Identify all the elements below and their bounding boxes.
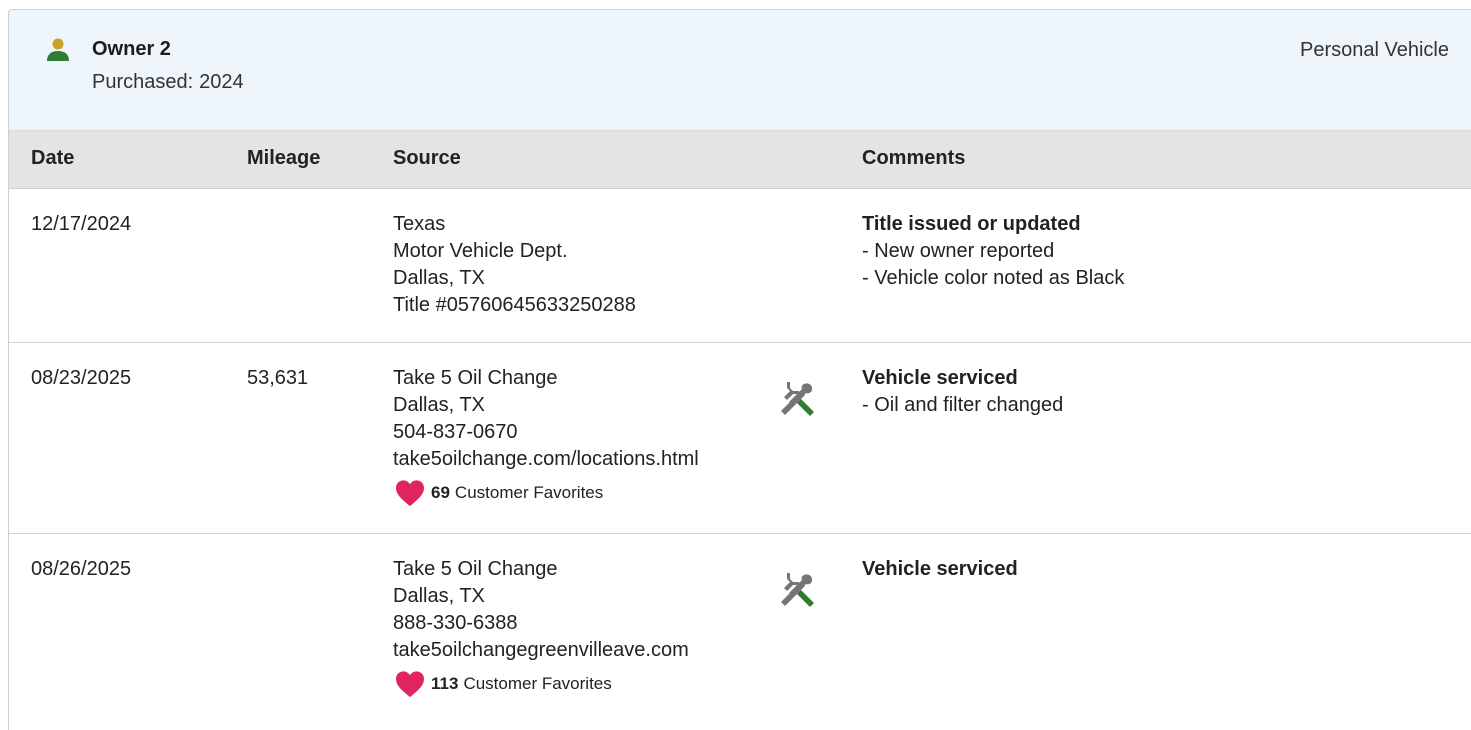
owner-header: Owner 2 Purchased: 2024 Personal Vehicle: [9, 10, 1471, 131]
customer-favorites: 113 Customer Favorites: [393, 670, 689, 698]
source-line: Dallas, TX: [393, 585, 485, 607]
vehicle-history-panel: Owner 2 Purchased: 2024 Personal Vehicle …: [8, 9, 1471, 730]
purchased-year: 2024: [199, 71, 244, 93]
source-line: 504-837-0670: [393, 421, 518, 443]
record-source: Texas Motor Vehicle Dept. Dallas, TX Tit…: [393, 211, 636, 319]
comment-item: Vehicle color noted as Black: [862, 265, 1124, 292]
record-comments: Vehicle serviced Oil and filter changed: [862, 365, 1063, 419]
record-date: 08/26/2025: [31, 558, 132, 580]
source-website-link[interactable]: take5oilchangegreenvilleave.com: [393, 637, 689, 664]
column-header-comments: Comments: [862, 147, 966, 169]
record-mileage: 53,631: [247, 367, 309, 389]
source-line: Title #05760645633250288: [393, 294, 636, 316]
record-comments: Title issued or updated New owner report…: [862, 211, 1124, 292]
favorites-label: Customer Favorites: [454, 483, 604, 502]
record-date: 08/23/2025: [31, 367, 132, 389]
favorites-count: 69: [431, 483, 450, 502]
record-source: Take 5 Oil Change Dallas, TX 888-330-638…: [393, 556, 689, 698]
source-line: Take 5 Oil Change: [393, 367, 558, 389]
table-row: 08/23/2025 53,631 Take 5 Oil Change Dall…: [9, 343, 1471, 534]
comment-item: New owner reported: [862, 238, 1124, 265]
source-line: Dallas, TX: [393, 267, 485, 289]
comment-title: Vehicle serviced: [862, 367, 1018, 389]
column-header-mileage: Mileage: [247, 147, 321, 169]
purchased-label: Purchased:: [92, 71, 194, 93]
table-row: 08/26/2025 Take 5 Oil Change Dallas, TX …: [9, 534, 1471, 730]
person-icon: [47, 38, 69, 61]
record-comments: Vehicle serviced: [862, 556, 1018, 583]
comment-item: Oil and filter changed: [862, 392, 1063, 419]
favorites-count: 113: [431, 674, 459, 693]
column-header-source: Source: [393, 147, 461, 169]
service-tools-icon: [781, 382, 814, 416]
service-tools-icon: [781, 573, 814, 607]
source-line: Dallas, TX: [393, 394, 485, 416]
heart-icon: [396, 480, 424, 507]
column-header-date: Date: [31, 147, 75, 169]
source-website-link[interactable]: take5oilchange.com/locations.html: [393, 446, 699, 473]
table-header: Date Mileage Source Comments: [9, 131, 1471, 189]
table-row: 12/17/2024 Texas Motor Vehicle Dept. Dal…: [9, 189, 1471, 343]
comment-title: Vehicle serviced: [862, 558, 1018, 580]
source-line: Take 5 Oil Change: [393, 558, 558, 580]
source-line: 888-330-6388: [393, 612, 518, 634]
source-line: Motor Vehicle Dept.: [393, 240, 568, 262]
customer-favorites: 69 Customer Favorites: [393, 479, 699, 507]
purchased-info: Purchased: 2024: [92, 71, 244, 94]
vehicle-type: Personal Vehicle: [1300, 39, 1449, 61]
record-source: Take 5 Oil Change Dallas, TX 504-837-067…: [393, 365, 699, 507]
record-date: 12/17/2024: [31, 213, 132, 235]
heart-icon: [396, 671, 424, 698]
owner-name: Owner 2: [92, 38, 171, 60]
source-line: Texas: [393, 213, 446, 235]
comment-title: Title issued or updated: [862, 213, 1081, 235]
favorites-label: Customer Favorites: [463, 674, 612, 693]
